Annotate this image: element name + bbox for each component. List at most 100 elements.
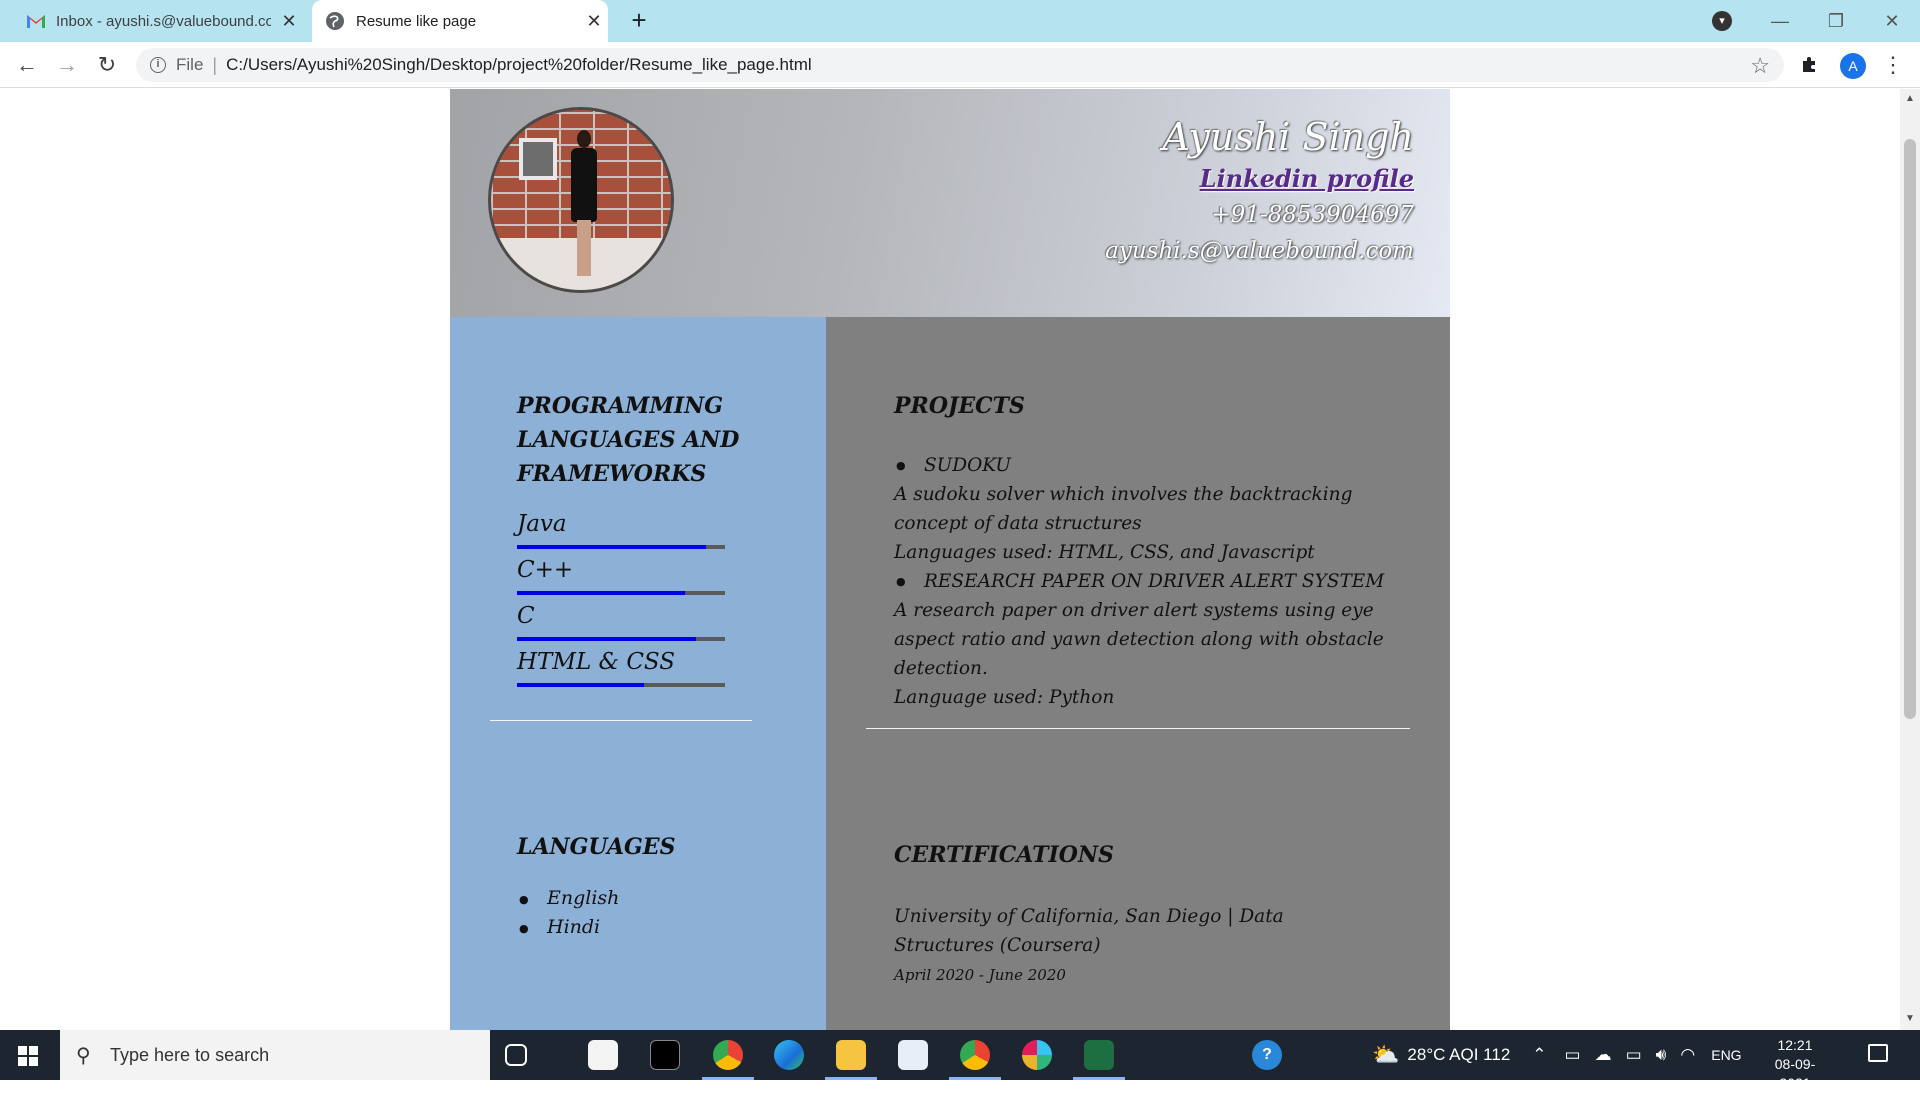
profile-avatar[interactable]: A xyxy=(1840,53,1866,79)
search-placeholder: Type here to search xyxy=(110,1044,270,1065)
new-tab-button[interactable]: + xyxy=(624,6,654,36)
extensions-icon[interactable] xyxy=(1800,54,1820,80)
project-description: A research paper on driver alert systems… xyxy=(894,600,1384,679)
certification-item: University of California, San Diego | Da… xyxy=(894,902,1384,986)
tab-resume[interactable]: Resume like page ✕ xyxy=(312,0,608,42)
certifications-heading: CERTIFICATIONS xyxy=(894,842,1114,868)
languages-heading: LANGUAGES xyxy=(517,834,676,860)
onedrive-icon[interactable]: ☁ xyxy=(1595,1045,1612,1065)
browser-toolbar: ← → ↻ i File | C:/Users/Ayushi%20Singh/D… xyxy=(0,42,1920,88)
phone-number: +91-8853904697 xyxy=(1211,202,1414,228)
resume: Ayushi Singh Linkedin profile +91-885390… xyxy=(450,89,1450,1030)
window-controls: — ❐ ✕ xyxy=(1752,0,1920,42)
weather-icon[interactable]: ⛅ xyxy=(1372,1042,1399,1068)
scheme-label: File xyxy=(176,55,204,74)
clock[interactable]: 12:21 08-09-2021 xyxy=(1760,1036,1830,1093)
list-item: Hindi xyxy=(517,913,619,943)
project-description: A sudoku solver which involves the backt… xyxy=(894,484,1353,534)
linkedin-link[interactable]: Linkedin profile xyxy=(1105,161,1414,197)
forward-icon[interactable]: → xyxy=(52,50,82,80)
section-divider xyxy=(866,728,1410,729)
reload-icon[interactable]: ↻ xyxy=(92,50,122,80)
slack-icon[interactable] xyxy=(1022,1040,1052,1070)
windows-start-icon[interactable] xyxy=(18,1046,38,1066)
menu-icon[interactable]: ⋮ xyxy=(1882,52,1904,78)
certification-title: University of California, San Diego | Da… xyxy=(894,906,1284,956)
info-icon[interactable]: i xyxy=(150,57,166,73)
projects-heading: PROJECTS xyxy=(894,393,1025,419)
left-column: PROGRAMMING LANGUAGES AND FRAMEWORKS Jav… xyxy=(450,317,826,1030)
system-tray: ⛅ 28°C AQI 112 ⌃ ▭ ☁ ▭ 🔊︎ ◠ ENG xyxy=(1372,1030,1742,1080)
clock-time: 12:21 xyxy=(1777,1037,1813,1053)
notes-icon[interactable] xyxy=(898,1040,928,1070)
tab-title: Resume like page xyxy=(356,12,477,30)
skill-item: C xyxy=(517,601,725,641)
skill-name: HTML & CSS xyxy=(517,649,676,675)
resume-header: Ayushi Singh Linkedin profile +91-885390… xyxy=(450,89,1450,317)
excel-icon[interactable] xyxy=(1084,1040,1114,1070)
url-text[interactable]: C:/Users/Ayushi%20Singh/Desktop/project%… xyxy=(226,55,812,75)
taskbar: ⚲ Type here to search ? ⛅ 28°C AQI 112 ⌃… xyxy=(0,1030,1920,1091)
right-column: PROJECTS SUDOKU A sudoku solver which in… xyxy=(826,317,1450,1030)
minimize-icon[interactable]: — xyxy=(1752,11,1808,32)
volume-icon[interactable]: 🔊︎ xyxy=(1656,1045,1667,1065)
tab-strip: Inbox - ayushi.s@valuebound.com ✕ Resume… xyxy=(0,0,1920,42)
scroll-up-icon[interactable]: ▲ xyxy=(1905,93,1915,104)
email-address: ayushi.s@valuebound.com xyxy=(1105,238,1414,264)
search-icon: ⚲ xyxy=(76,1044,91,1067)
skill-item: C++ xyxy=(517,555,725,595)
certification-dates: April 2020 - June 2020 xyxy=(894,966,1066,984)
skill-bar xyxy=(517,683,725,687)
skills-heading: PROGRAMMING LANGUAGES AND FRAMEWORKS xyxy=(517,393,740,487)
address-bar[interactable]: i File | C:/Users/Ayushi%20Singh/Desktop… xyxy=(136,48,1784,82)
help-icon[interactable]: ? xyxy=(1252,1040,1282,1070)
tab-title: Inbox - ayushi.s@valuebound.com xyxy=(56,12,271,30)
address-separator: | xyxy=(212,54,218,75)
chrome-icon[interactable] xyxy=(713,1040,743,1070)
battery-icon[interactable]: ▭ xyxy=(1626,1045,1642,1065)
taskbar-search[interactable]: ⚲ Type here to search xyxy=(60,1030,490,1080)
project-tech: Language used: Python xyxy=(894,687,1115,708)
store-icon[interactable] xyxy=(588,1040,618,1070)
projects-list: SUDOKU A sudoku solver which involves th… xyxy=(894,451,1394,712)
close-tab-icon[interactable]: ✕ xyxy=(277,11,301,32)
file-explorer-icon[interactable] xyxy=(836,1040,866,1070)
close-tab-icon[interactable]: ✕ xyxy=(582,11,606,32)
restore-icon[interactable]: ❐ xyxy=(1808,11,1864,32)
list-item: English xyxy=(517,884,619,914)
task-view-icon[interactable] xyxy=(505,1044,527,1066)
person-name: Ayushi Singh xyxy=(1162,115,1414,159)
scroll-thumb[interactable] xyxy=(1904,139,1916,719)
close-window-icon[interactable]: ✕ xyxy=(1864,11,1920,32)
wifi-icon[interactable]: ◠ xyxy=(1680,1045,1695,1065)
skill-name: C xyxy=(517,603,535,629)
project-name: RESEARCH PAPER ON DRIVER ALERT SYSTEM xyxy=(894,567,1394,596)
scroll-down-icon[interactable]: ▼ xyxy=(1905,1013,1915,1024)
bookmark-star-icon[interactable]: ☆ xyxy=(1750,53,1770,79)
edge-icon[interactable] xyxy=(774,1040,804,1070)
clock-date: 08-09-2021 xyxy=(1774,1056,1816,1091)
wall-frame xyxy=(519,138,557,180)
globe-icon xyxy=(326,12,344,30)
tab-search-icon[interactable]: ▾ xyxy=(1712,11,1732,31)
person-figure xyxy=(567,130,601,280)
project-name: SUDOKU xyxy=(894,451,1394,480)
network-icon[interactable]: ▭ xyxy=(1565,1045,1581,1065)
notification-icon[interactable] xyxy=(1868,1044,1888,1062)
input-language[interactable]: ENG xyxy=(1711,1047,1741,1063)
profile-photo xyxy=(488,107,674,293)
page-viewport: Ayushi Singh Linkedin profile +91-885390… xyxy=(0,89,1900,1030)
chrome-profile-icon[interactable] xyxy=(960,1040,990,1070)
skill-item: HTML & CSS xyxy=(517,647,725,687)
chevron-up-icon[interactable]: ⌃ xyxy=(1532,1045,1546,1065)
skill-bar xyxy=(517,637,725,641)
section-divider xyxy=(490,720,752,721)
skill-bar xyxy=(517,545,725,549)
back-icon[interactable]: ← xyxy=(12,50,42,80)
skill-name: C++ xyxy=(517,557,574,583)
weather-text[interactable]: 28°C AQI 112 xyxy=(1407,1045,1510,1065)
project-tech: Languages used: HTML, CSS, and Javascrip… xyxy=(894,542,1315,563)
tab-inbox[interactable]: Inbox - ayushi.s@valuebound.com ✕ xyxy=(14,0,304,42)
terminal-icon[interactable] xyxy=(650,1040,680,1070)
page-scrollbar[interactable]: ▲ ▼ xyxy=(1900,89,1920,1030)
